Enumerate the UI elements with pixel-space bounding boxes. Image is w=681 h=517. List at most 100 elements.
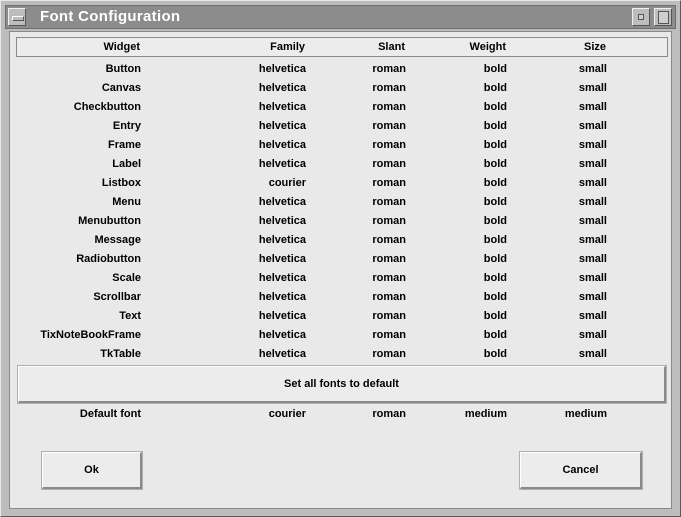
header-family: Family	[270, 41, 305, 53]
family-value[interactable]: helvetica	[259, 196, 306, 209]
size-value[interactable]: small	[579, 215, 607, 228]
default-size-value[interactable]: medium	[565, 408, 607, 421]
title-bar[interactable]: Font Configuration	[5, 5, 676, 29]
weight-value[interactable]: bold	[484, 63, 507, 76]
weight-value[interactable]: bold	[484, 158, 507, 171]
default-slant-value[interactable]: roman	[372, 408, 406, 421]
widget-name: Menu	[112, 196, 141, 208]
size-value[interactable]: small	[579, 253, 607, 266]
family-value[interactable]: helvetica	[259, 310, 306, 323]
slant-value[interactable]: roman	[372, 101, 406, 114]
widget-name: Checkbutton	[73, 101, 141, 113]
slant-value[interactable]: roman	[372, 63, 406, 76]
family-value[interactable]: helvetica	[259, 139, 306, 152]
slant-value[interactable]: roman	[372, 348, 406, 361]
cancel-button[interactable]: Cancel	[519, 451, 643, 490]
table-row: Frame helvetica roman bold small	[16, 139, 668, 158]
window-title: Font Configuration	[40, 8, 181, 25]
family-value[interactable]: helvetica	[259, 272, 306, 285]
family-value[interactable]: helvetica	[259, 63, 306, 76]
size-value[interactable]: small	[579, 158, 607, 171]
table-row: TixNoteBookFrame helvetica roman bold sm…	[16, 329, 668, 348]
weight-value[interactable]: bold	[484, 120, 507, 133]
maximize-button[interactable]	[654, 8, 672, 26]
window-menu-icon	[12, 16, 24, 21]
set-all-default-button[interactable]: Set all fonts to default	[17, 365, 667, 404]
slant-value[interactable]: roman	[372, 215, 406, 228]
slant-value[interactable]: roman	[372, 291, 406, 304]
family-value[interactable]: helvetica	[259, 234, 306, 247]
family-value[interactable]: courier	[269, 177, 306, 190]
widget-name: Listbox	[101, 177, 141, 189]
font-configuration-window: Font Configuration Widget Family Slant W…	[0, 0, 681, 517]
slant-value[interactable]: roman	[372, 310, 406, 323]
size-value[interactable]: small	[579, 196, 607, 209]
widget-name: Label	[112, 158, 141, 170]
slant-value[interactable]: roman	[372, 82, 406, 95]
ok-button[interactable]: Ok	[41, 451, 143, 490]
header-slant: Slant	[378, 41, 405, 53]
family-value[interactable]: helvetica	[259, 329, 306, 342]
family-value[interactable]: helvetica	[259, 120, 306, 133]
weight-value[interactable]: bold	[484, 215, 507, 228]
table-row: Label helvetica roman bold small	[16, 158, 668, 177]
slant-value[interactable]: roman	[372, 177, 406, 190]
size-value[interactable]: small	[579, 272, 607, 285]
weight-value[interactable]: bold	[484, 272, 507, 285]
family-value[interactable]: helvetica	[259, 291, 306, 304]
family-value[interactable]: helvetica	[259, 82, 306, 95]
size-value[interactable]: small	[579, 310, 607, 323]
weight-value[interactable]: bold	[484, 234, 507, 247]
size-value[interactable]: small	[579, 101, 607, 114]
weight-value[interactable]: bold	[484, 348, 507, 361]
weight-value[interactable]: bold	[484, 101, 507, 114]
family-value[interactable]: helvetica	[259, 158, 306, 171]
slant-value[interactable]: roman	[372, 196, 406, 209]
size-value[interactable]: small	[579, 291, 607, 304]
weight-value[interactable]: bold	[484, 82, 507, 95]
weight-value[interactable]: bold	[484, 253, 507, 266]
widget-name: Message	[94, 234, 141, 246]
minimize-button[interactable]	[632, 8, 650, 26]
slant-value[interactable]: roman	[372, 234, 406, 247]
size-value[interactable]: small	[579, 348, 607, 361]
table-row: TkTable helvetica roman bold small	[16, 348, 668, 367]
size-value[interactable]: small	[579, 120, 607, 133]
weight-value[interactable]: bold	[484, 291, 507, 304]
size-value[interactable]: small	[579, 234, 607, 247]
default-weight-value[interactable]: medium	[465, 408, 507, 421]
slant-value[interactable]: roman	[372, 158, 406, 171]
widget-name: Canvas	[101, 82, 141, 94]
weight-value[interactable]: bold	[484, 329, 507, 342]
weight-value[interactable]: bold	[484, 177, 507, 190]
weight-value[interactable]: bold	[484, 196, 507, 209]
size-value[interactable]: small	[579, 329, 607, 342]
slant-value[interactable]: roman	[372, 272, 406, 285]
table-row: Menu helvetica roman bold small	[16, 196, 668, 215]
table-row: Menubutton helvetica roman bold small	[16, 215, 668, 234]
family-value[interactable]: helvetica	[259, 101, 306, 114]
slant-value[interactable]: roman	[372, 120, 406, 133]
size-value[interactable]: small	[579, 63, 607, 76]
maximize-icon	[658, 11, 669, 24]
size-value[interactable]: small	[579, 177, 607, 190]
family-value[interactable]: helvetica	[259, 348, 306, 361]
size-value[interactable]: small	[579, 139, 607, 152]
header-widget: Widget	[103, 41, 140, 53]
family-value[interactable]: helvetica	[259, 253, 306, 266]
table-row: Canvas helvetica roman bold small	[16, 82, 668, 101]
slant-value[interactable]: roman	[372, 253, 406, 266]
slant-value[interactable]: roman	[372, 329, 406, 342]
family-value[interactable]: helvetica	[259, 215, 306, 228]
default-font-row: Default font courier roman medium medium	[16, 408, 668, 424]
default-family-value[interactable]: courier	[269, 408, 306, 421]
table-row: Listbox courier roman bold small	[16, 177, 668, 196]
weight-value[interactable]: bold	[484, 139, 507, 152]
slant-value[interactable]: roman	[372, 139, 406, 152]
widget-name: Scale	[112, 272, 141, 284]
widget-name: Text	[119, 310, 141, 322]
weight-value[interactable]: bold	[484, 310, 507, 323]
window-menu-button[interactable]	[8, 8, 26, 26]
size-value[interactable]: small	[579, 82, 607, 95]
ok-label: Ok	[84, 464, 99, 476]
